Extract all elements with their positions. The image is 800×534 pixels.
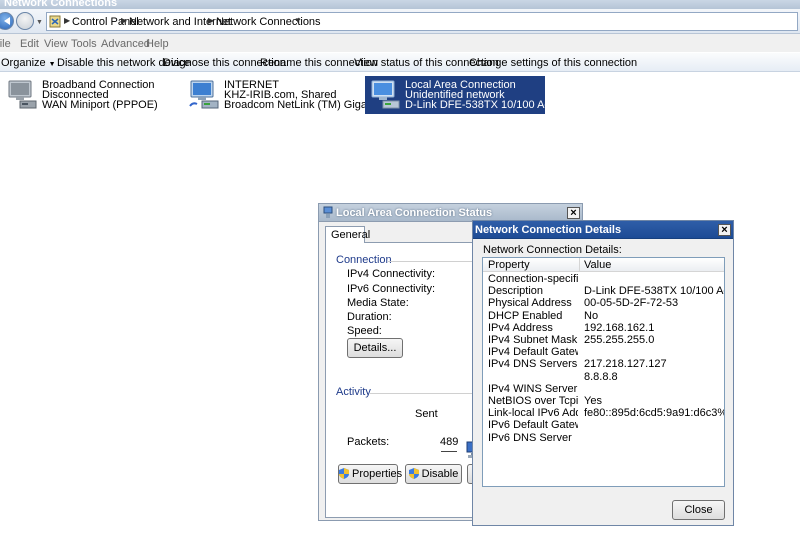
recent-pages-dropdown-icon[interactable]: ▼ [36, 19, 43, 26]
detail-property: Physical Address [488, 297, 572, 310]
menu-view[interactable]: View [44, 38, 68, 50]
breadcrumb-network-connections[interactable]: Network Connections [216, 16, 321, 28]
connection-group-label: Connection [336, 254, 392, 266]
detail-value: 192.168.162.1 [584, 321, 655, 334]
details-dialog-title: Network Connection Details [475, 224, 622, 236]
connection-device: WAN Miniport (PPPOE) [42, 99, 158, 111]
duration-label: Duration: [347, 311, 392, 323]
change-settings-button[interactable]: Change settings of this connection [469, 57, 637, 69]
command-bar: Organize ▼ Disable this network device Di… [0, 52, 800, 72]
connection-device: D-Link DFE-538TX 10/100 Adapter [405, 99, 576, 111]
back-button[interactable] [0, 12, 14, 30]
detail-value: No [584, 309, 599, 322]
detail-property: IPv6 Default Gateway [488, 419, 578, 432]
window-title: Network Connections [4, 0, 118, 9]
network-adapter-icon [371, 80, 400, 109]
detail-property: IPv4 Address [488, 321, 553, 334]
details-dialog: Network Connection Details × Network Con… [472, 220, 734, 526]
packets-label: Packets: [347, 436, 390, 448]
detail-property: IPv4 Default Gateway [488, 346, 578, 359]
menu-advanced[interactable]: Advanced [101, 38, 150, 50]
column-header-value[interactable]: Value [584, 259, 611, 271]
properties-button[interactable]: Properties [338, 464, 402, 484]
tab-general[interactable]: General [325, 226, 370, 243]
connection-internet[interactable]: INTERNET KHZ-IRIB.com, Shared Broadcom N… [184, 76, 417, 114]
column-header-property[interactable]: Property [488, 259, 530, 271]
detail-value: 217.218.127.127 [584, 358, 667, 371]
detail-property: Description [488, 285, 544, 298]
speed-label: Speed: [347, 325, 382, 337]
detail-value: 8.8.8.8 [584, 370, 618, 383]
connection-local-area[interactable]: Local Area Connection Unidentified netwo… [365, 76, 576, 114]
menu-tools[interactable]: Tools [71, 38, 97, 50]
properties-label: Properties [352, 468, 403, 480]
detail-value: Yes [584, 395, 602, 407]
sent-label: Sent [415, 408, 438, 420]
sent-indicator-line [441, 451, 457, 452]
detail-value: 00-05-5D-2F-72-53 [584, 297, 679, 310]
packets-sent-value: 489 [440, 436, 459, 448]
organize-dropdown-icon: ▼ [48, 61, 56, 68]
detail-property: IPv4 WINS Server [488, 382, 578, 395]
detail-value: 255.255.255.0 [584, 334, 655, 346]
menu-help[interactable]: Help [146, 38, 169, 50]
details-button[interactable]: Details... [347, 338, 403, 358]
breadcrumb-separator-icon[interactable]: ▶ [64, 16, 70, 25]
details-dialog-titlebar[interactable]: Network Connection Details × [473, 221, 733, 239]
ipv6-connectivity-label: IPv6 Connectivity: [347, 283, 436, 295]
forward-button[interactable] [16, 12, 34, 30]
network-adapter-disconnected-icon [8, 80, 37, 109]
connection-broadband[interactable]: Broadband Connection Disconnected WAN Mi… [2, 76, 162, 114]
status-dialog-close-icon[interactable]: × [567, 207, 580, 219]
breadcrumb-dropdown-icon[interactable]: ▼ [294, 16, 302, 25]
network-adapter-shared-icon [189, 80, 219, 109]
detail-property: Connection-specific DN... [488, 273, 578, 285]
disable-button[interactable]: Disable [405, 464, 462, 484]
detail-property: Link-local IPv6 Address [488, 407, 578, 420]
details-list-header: Property Value [483, 258, 724, 272]
connection-local-area-text: Local Area Connection Unidentified netwo… [405, 80, 576, 111]
detail-value: D-Link DFE-538TX 10/100 Adapter [584, 285, 724, 298]
media-state-label: Media State: [347, 297, 409, 309]
menu-bar: File Edit View Tools Advanced Help [0, 34, 800, 52]
details-label: Network Connection Details: [483, 244, 622, 256]
network-connections-icon [49, 15, 61, 28]
organize-label: Organize [1, 57, 46, 69]
details-dialog-close-icon[interactable]: × [718, 224, 731, 236]
detail-property: IPv4 Subnet Mask [488, 334, 578, 346]
window-titlebar: Network Connections [0, 0, 800, 9]
breadcrumb-separator-icon[interactable]: ▶ [121, 16, 127, 25]
uac-shield-icon [339, 468, 349, 479]
status-dialog-title: Local Area Connection Status [336, 207, 493, 219]
connection-broadband-text: Broadband Connection Disconnected WAN Mi… [42, 80, 158, 111]
detail-property: NetBIOS over Tcpip En... [488, 395, 578, 407]
address-box[interactable]: ▶ Control Panel ▶ Network and Internet ▶… [46, 12, 798, 31]
close-button[interactable]: Close [672, 500, 725, 520]
breadcrumb-separator-icon[interactable]: ▶ [208, 16, 214, 25]
details-list[interactable]: Property Value Connection-specific DN...… [482, 257, 725, 487]
menu-edit[interactable]: Edit [20, 38, 39, 50]
uac-shield-icon [408, 468, 419, 479]
disable-label: Disable [421, 468, 459, 480]
detail-value: fe80::895d:6cd5:9a91:d6c3%11 [584, 407, 725, 420]
menu-file[interactable]: File [0, 38, 11, 50]
address-toolbar: ▼ ▶ Control Panel ▶ Network and Internet… [0, 9, 800, 34]
organize-button[interactable]: Organize ▼ [1, 57, 56, 69]
detail-property: IPv4 DNS Servers [488, 358, 578, 371]
detail-property: DHCP Enabled [488, 309, 563, 322]
detail-property: IPv6 DNS Server [488, 431, 572, 444]
column-divider[interactable] [579, 258, 580, 272]
network-status-icon [323, 206, 333, 218]
activity-group-label: Activity [336, 386, 371, 398]
ipv4-connectivity-label: IPv4 Connectivity: [347, 268, 436, 280]
